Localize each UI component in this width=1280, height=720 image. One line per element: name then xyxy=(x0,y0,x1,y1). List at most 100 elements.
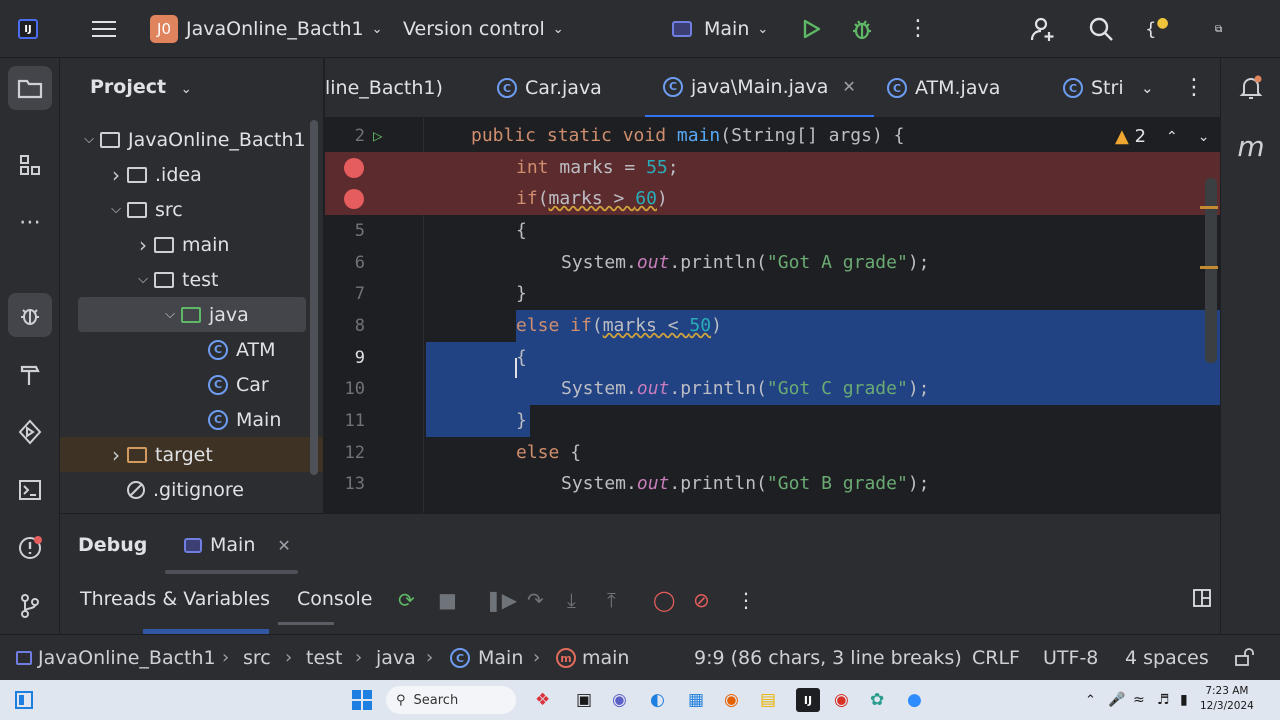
tree-item[interactable]: ⌵ java xyxy=(78,297,306,332)
tree-item[interactable]: ⌵ JavaOnline_Bacth1 xyxy=(60,122,323,157)
run-config-selector[interactable]: Main ⌄ xyxy=(672,0,768,58)
breadcrumb-test[interactable]: test xyxy=(306,647,343,669)
tab-options-button[interactable]: ⋮ xyxy=(1183,58,1205,117)
taskbar-app-2[interactable]: ▣ xyxy=(576,688,592,712)
breakpoint-icon[interactable] xyxy=(344,157,364,178)
tab-string[interactable]: C Stri xyxy=(1063,58,1124,117)
more-debug-actions-button[interactable]: ⋮ xyxy=(736,588,756,612)
ai-chat-button[interactable]: m xyxy=(1229,124,1273,168)
search-everywhere-button[interactable] xyxy=(1088,0,1114,58)
taskbar-search[interactable]: ⚲ Search xyxy=(386,686,516,714)
tree-item[interactable]: › .idea xyxy=(60,157,323,192)
step-out-button[interactable]: ⤒ xyxy=(607,588,616,612)
tree-item[interactable]: ⌵ test xyxy=(60,262,323,297)
inspection-widget[interactable]: ▲ 2 ⌃ ⌄ xyxy=(1115,126,1210,147)
close-icon[interactable]: ✕ xyxy=(277,536,290,555)
breadcrumb-java[interactable]: java xyxy=(376,647,416,669)
chevron-down-icon[interactable]: ⌵ xyxy=(159,307,181,322)
chevron-down-icon[interactable]: ⌵ xyxy=(78,132,100,147)
line-separator[interactable]: CRLF xyxy=(972,647,1020,669)
battery-button[interactable]: ▮ xyxy=(1180,688,1188,712)
breadcrumb-main-method[interactable]: m main xyxy=(556,647,629,669)
chrome-button[interactable]: ◉ xyxy=(834,688,849,712)
project-scrollbar[interactable] xyxy=(310,120,318,475)
view-breakpoints-button[interactable]: ◯ xyxy=(653,588,675,612)
more-tools-button[interactable]: ⋯ xyxy=(8,200,52,244)
chevron-down-icon[interactable]: ⌵ xyxy=(132,272,154,287)
chevron-down-icon[interactable]: ⌵ xyxy=(105,202,127,217)
run-gutter-icon[interactable]: ▷ xyxy=(373,126,383,145)
debug-tool-button[interactable] xyxy=(8,293,52,337)
main-menu-button[interactable] xyxy=(92,0,116,58)
step-into-button[interactable]: ⤓ xyxy=(567,588,576,612)
tree-item[interactable]: .gitignore xyxy=(60,472,323,507)
tab-car-java[interactable]: C Car.java xyxy=(497,58,602,117)
resume-button[interactable]: ❚▶ xyxy=(485,588,517,612)
chevron-right-icon[interactable]: › xyxy=(105,163,127,187)
add-user-button[interactable] xyxy=(1030,0,1058,58)
rerun-button[interactable]: ⟳ xyxy=(398,588,415,612)
task-view-button[interactable] xyxy=(14,688,34,712)
microphone-button[interactable]: 🎤 xyxy=(1108,688,1125,712)
tree-item[interactable]: ⌵ src xyxy=(60,192,323,227)
chevron-up-icon[interactable]: ⌃ xyxy=(1166,129,1178,145)
debug-button[interactable] xyxy=(850,0,874,58)
clock[interactable]: 7:23 AM 12/3/2024 xyxy=(1200,684,1254,714)
window-restore-button[interactable]: ⧉ xyxy=(1215,0,1222,58)
ai-assistant-button[interactable]: {● xyxy=(1145,0,1169,58)
taskbar-app-3[interactable]: ✿ xyxy=(870,688,884,712)
notifications-button[interactable] xyxy=(1229,66,1273,110)
git-tool-button[interactable] xyxy=(8,584,52,628)
tab-atm-java[interactable]: C ATM.java xyxy=(887,58,1000,117)
file-explorer-button[interactable]: ▤ xyxy=(760,688,776,712)
services-tool-button[interactable] xyxy=(8,410,52,454)
mute-breakpoints-button[interactable]: ⊘ xyxy=(693,588,710,612)
project-panel-header[interactable]: Project ⌄ xyxy=(90,76,192,98)
tab-threads-variables[interactable]: Threads & Variables xyxy=(80,588,270,610)
tree-item[interactable]: C Main xyxy=(60,402,323,437)
debug-session-tab[interactable]: Main ✕ xyxy=(184,534,291,556)
breadcrumb-main-class[interactable]: C Main xyxy=(450,647,523,669)
tree-item[interactable]: › target xyxy=(60,437,323,472)
error-stripe-mark[interactable] xyxy=(1200,206,1218,209)
breadcrumb-src[interactable]: src xyxy=(243,647,271,669)
project-tool-button[interactable] xyxy=(8,66,52,110)
volume-button[interactable]: ♬ xyxy=(1157,688,1170,712)
wifi-button[interactable]: ≈ xyxy=(1133,688,1145,712)
structure-tool-button[interactable] xyxy=(8,143,52,187)
store-button[interactable]: ▦ xyxy=(688,688,704,712)
terminal-tool-button[interactable] xyxy=(8,468,52,512)
start-button[interactable] xyxy=(352,688,372,712)
tab-javaonline[interactable]: line_Bacth1) xyxy=(325,58,443,117)
taskbar-app-1[interactable]: ❖ xyxy=(535,688,550,712)
indent-setting[interactable]: 4 spaces xyxy=(1125,647,1209,669)
tree-item[interactable]: C ATM xyxy=(60,332,323,367)
zoom-button[interactable]: ● xyxy=(907,688,922,712)
caret-position[interactable]: 9:9 (86 chars, 3 line breaks) xyxy=(694,647,962,669)
teams-button[interactable]: ◉ xyxy=(612,688,627,712)
chevron-right-icon[interactable]: › xyxy=(132,233,154,257)
problems-tool-button[interactable] xyxy=(8,526,52,570)
tree-item[interactable]: › main xyxy=(60,227,323,262)
more-actions-button[interactable]: ⋮ xyxy=(907,0,929,58)
tab-list-button[interactable]: ⌄ xyxy=(1141,58,1154,117)
layout-button[interactable] xyxy=(1192,588,1212,613)
project-switcher[interactable]: J0 JavaOnline_Bacth1 ⌄ xyxy=(150,0,383,58)
close-icon[interactable]: ✕ xyxy=(842,77,855,96)
breadcrumb-project[interactable]: JavaOnline_Bacth1 xyxy=(16,647,216,669)
stop-button[interactable]: ■ xyxy=(438,588,457,612)
readonly-toggle[interactable] xyxy=(1234,647,1254,672)
intellij-button[interactable]: IJ xyxy=(796,688,820,712)
build-tool-button[interactable] xyxy=(8,353,52,397)
breakpoint-icon[interactable] xyxy=(344,188,364,209)
tray-overflow-button[interactable]: ⌃ xyxy=(1085,688,1096,712)
tree-item[interactable]: C Car xyxy=(60,367,323,402)
firefox-button[interactable]: ◉ xyxy=(724,688,739,712)
tab-main-java[interactable]: C java\Main.java ✕ xyxy=(645,58,874,117)
chevron-right-icon[interactable]: › xyxy=(105,443,127,467)
chevron-down-icon[interactable]: ⌄ xyxy=(1198,129,1210,145)
file-encoding[interactable]: UTF-8 xyxy=(1043,647,1098,669)
version-control-menu[interactable]: Version control ⌄ xyxy=(403,0,564,58)
step-over-button[interactable]: ↷ xyxy=(527,588,544,612)
error-stripe-mark[interactable] xyxy=(1200,266,1218,269)
